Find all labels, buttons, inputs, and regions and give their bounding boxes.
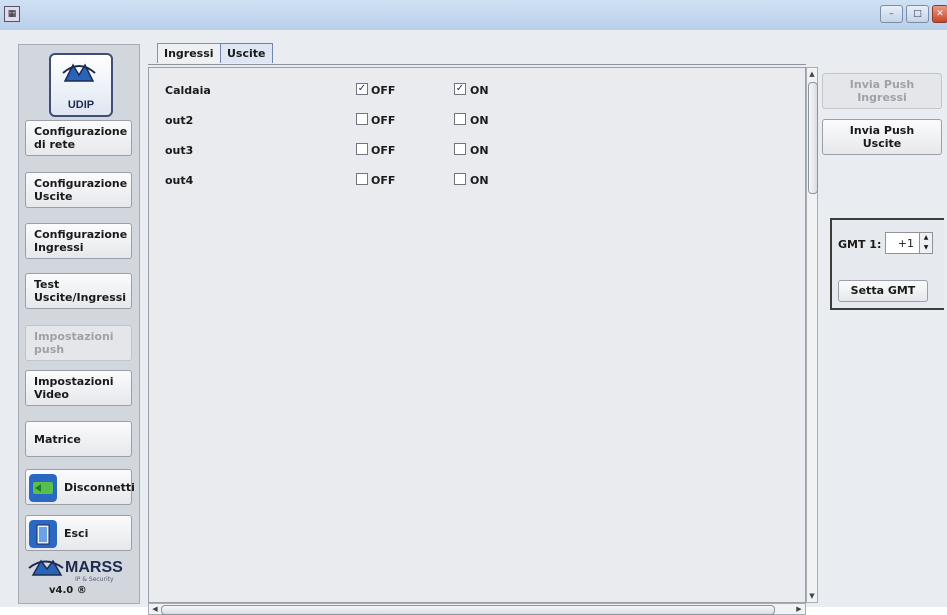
send-push-outputs-button[interactable]: Invia Push Uscite [822, 119, 942, 155]
network-config-button[interactable]: Configurazione di rete [25, 120, 132, 156]
disconnect-label: Disconnetti [64, 481, 135, 494]
scroll-up-arrow-icon[interactable]: ▲ [807, 68, 817, 80]
minimize-icon[interactable]: – [880, 5, 903, 23]
set-gmt-button[interactable]: Setta GMT [838, 280, 928, 302]
send-push-inputs-button[interactable]: Invia Push Ingressi [822, 73, 942, 109]
off-label: OFF [371, 114, 396, 127]
on-label: ON [470, 114, 489, 127]
output-row: out2 OFF ON [149, 111, 789, 131]
scroll-left-arrow-icon[interactable]: ◀ [149, 604, 161, 614]
tab-uscite[interactable]: Uscite [220, 43, 273, 63]
output-row: out3 OFF ON [149, 141, 789, 161]
content-area: UDIP Configurazione di rete Configurazio… [0, 30, 947, 615]
udip-logo: UDIP [49, 53, 113, 117]
outputs-config-button[interactable]: Configurazione Uscite [25, 172, 132, 208]
gmt-spinner[interactable]: +1 ▲ ▼ [885, 232, 933, 254]
on-label: ON [470, 174, 489, 187]
on-label: ON [470, 84, 489, 97]
marss-logo: MARSS IP & Security [27, 557, 131, 585]
app-icon[interactable]: ▦ [4, 6, 20, 22]
matrix-button[interactable]: Matrice [25, 421, 132, 457]
exit-door-icon [29, 520, 57, 548]
scroll-down-arrow-icon[interactable]: ▼ [807, 590, 817, 602]
push-settings-button[interactable]: Impostazioni push [25, 325, 132, 361]
logo-text: UDIP [67, 99, 95, 111]
gmt-value: +1 [897, 237, 914, 250]
spinner-arrows-icon[interactable]: ▲ ▼ [919, 233, 932, 253]
off-checkbox[interactable] [356, 173, 368, 185]
off-label: OFF [371, 144, 396, 157]
output-row: out4 OFF ON [149, 171, 789, 191]
udip-logo-icon [62, 63, 96, 82]
off-checkbox[interactable] [356, 113, 368, 125]
off-label: OFF [371, 174, 396, 187]
disconnect-icon [29, 474, 57, 502]
on-checkbox[interactable] [454, 113, 466, 125]
output-name: out4 [165, 174, 194, 187]
output-name: Caldaia [165, 84, 211, 97]
off-checkbox[interactable]: ✓ [356, 83, 368, 95]
horizontal-scrollbar[interactable]: ◀ ▶ [148, 603, 806, 615]
tab-ingressi[interactable]: Ingressi [157, 43, 221, 63]
maximize-icon[interactable]: □ [906, 5, 929, 23]
on-checkbox[interactable]: ✓ [454, 83, 466, 95]
vertical-scroll-thumb[interactable] [808, 82, 818, 194]
disconnect-button[interactable]: Disconnetti [25, 469, 135, 505]
close-icon[interactable]: ✕ [932, 5, 947, 23]
output-row: Caldaia ✓ OFF ✓ ON [149, 81, 789, 101]
off-label: OFF [371, 84, 396, 97]
brand-name: MARSS [65, 559, 123, 576]
video-settings-button[interactable]: Impostazioni Video [25, 370, 132, 406]
vertical-scrollbar[interactable]: ▲ ▼ [806, 67, 818, 603]
title-bar: ▦ – □ ✕ [0, 0, 947, 31]
exit-label: Esci [64, 527, 89, 540]
on-checkbox[interactable] [454, 143, 466, 155]
on-label: ON [470, 144, 489, 157]
app-window: ▦ – □ ✕ UDIP Configurazione di rete Conf… [0, 0, 947, 615]
on-checkbox[interactable] [454, 173, 466, 185]
outputs-list: Caldaia ✓ OFF ✓ ON out2 OFF ON out3 OFF … [148, 67, 806, 603]
gmt-panel: GMT 1: +1 ▲ ▼ Setta GMT [830, 218, 944, 310]
version-label: v4.0 ® [49, 585, 87, 596]
sidebar: UDIP Configurazione di rete Configurazio… [18, 44, 140, 604]
output-name: out2 [165, 114, 194, 127]
inputs-config-button[interactable]: Configurazione Ingressi [25, 223, 132, 259]
scroll-right-arrow-icon[interactable]: ▶ [793, 604, 805, 614]
brand-tagline: IP & Security [75, 576, 114, 583]
output-name: out3 [165, 144, 194, 157]
test-io-button[interactable]: Test Uscite/Ingressi [25, 273, 132, 309]
exit-button[interactable]: Esci [25, 515, 132, 551]
off-checkbox[interactable] [356, 143, 368, 155]
gmt-label: GMT 1: [838, 238, 882, 251]
